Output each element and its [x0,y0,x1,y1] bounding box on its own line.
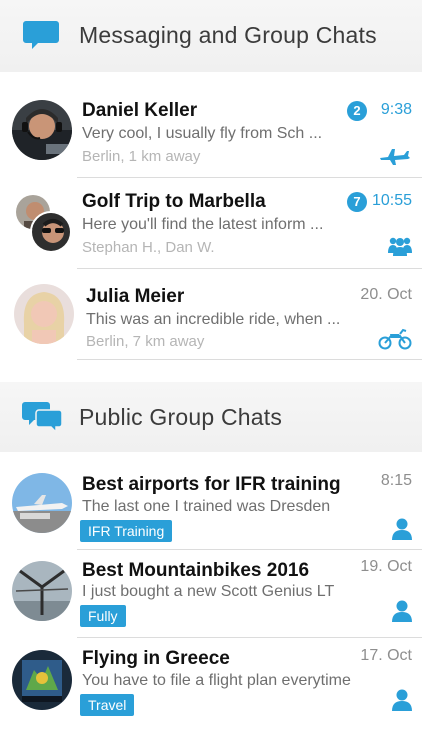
row-divider [77,177,422,178]
chat-message-preview: You have to file a flight plan everytime [82,672,351,689]
unread-badge: 2 [347,101,367,121]
airplane-icon [380,149,410,165]
row-divider [77,359,422,360]
public-chat-row-mountainbikes[interactable]: Best Mountainbikes 2016 19. Oct I just b… [0,548,422,638]
chat-bubble-icon [23,21,59,49]
row-divider [77,268,422,269]
chat-name: Flying in Greece [82,648,230,669]
group-avatar [12,191,76,257]
avatar [12,473,72,533]
chat-message-preview: Here you'll find the latest inform ... [82,216,324,233]
public-chat-row-ifr[interactable]: Best airports for IFR training 8:15 The … [0,460,422,550]
chat-name: Julia Meier [86,286,185,307]
chat-message-preview: I just bought a new Scott Genius LT [82,583,335,600]
topic-tag[interactable]: Travel [80,694,135,716]
chat-time: 19. Oct [360,558,412,575]
chat-row-julia-meier[interactable]: Julia Meier 20. Oct This was an incredib… [0,270,422,360]
double-chat-bubbles-icon [22,402,62,434]
chat-name: Best Mountainbikes 2016 [82,560,310,581]
section-title: Messaging and Group Chats [79,22,377,48]
chat-time: 8:15 [380,472,412,489]
section-title: Public Group Chats [79,404,283,430]
chat-message-preview: This was an incredible ride, when ... [86,311,341,328]
chat-location: Berlin, 7 km away [86,333,205,350]
unread-badge: 7 [347,192,367,212]
chat-time: 17. Oct [360,647,412,664]
group-icon [388,237,412,256]
public-section-header: Public Group Chats [0,382,422,452]
chat-name: Best airports for IFR training [82,474,341,495]
chat-name: Golf Trip to Marbella [82,191,266,212]
chat-time: 20. Oct [360,286,412,303]
chat-time: 9:38 [380,101,412,118]
avatar [14,284,74,344]
chat-message-preview: Very cool, I usually fly from Sch ... [82,125,323,142]
person-icon [392,518,412,540]
chat-row-daniel-keller[interactable]: Daniel Keller 2 9:38 Very cool, I usuall… [0,88,422,178]
chat-location: Berlin, 1 km away [82,148,201,165]
avatar [12,100,72,160]
messaging-section-header: Messaging and Group Chats [0,0,422,72]
motorcycle-icon [378,328,412,350]
avatar [12,561,72,621]
chat-time: 10:55 [371,192,412,209]
chat-row-golf-trip[interactable]: Golf Trip to Marbella 7 10:55 Here you'l… [0,179,422,269]
person-icon [392,600,412,622]
topic-tag[interactable]: Fully [80,605,126,627]
avatar [12,650,72,710]
chat-message-preview: The last one I trained was Dresden [82,498,331,515]
avatar [30,211,72,253]
chat-members: Stephan H., Dan W. [82,239,215,256]
chat-name: Daniel Keller [82,100,198,121]
public-chat-row-greece[interactable]: Flying in Greece 17. Oct You have to fil… [0,637,422,727]
person-icon [392,689,412,711]
topic-tag[interactable]: IFR Training [80,520,173,542]
